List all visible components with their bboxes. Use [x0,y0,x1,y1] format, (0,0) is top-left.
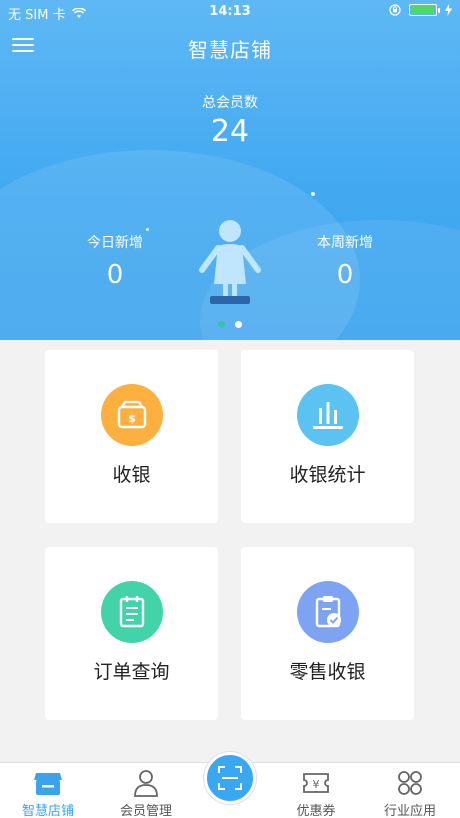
status-right [389,4,452,16]
tab-member-management[interactable]: 会员管理 [100,763,192,818]
page-dot-active[interactable] [235,321,242,328]
tab-smart-store[interactable]: 智慧店铺 [2,763,94,818]
svg-text:¥: ¥ [313,778,320,791]
page-dot[interactable] [218,321,225,328]
total-members-value: 24 [210,114,250,149]
week-new-value: 0 [336,260,354,290]
week-new-label: 本周新增 [317,235,373,251]
hero-header: 无 SIM 卡 14:13 智慧店铺 总会员数 24 今日新增 0 本周新增 0 [0,0,460,340]
tab-industry-apps[interactable]: 行业应用 [364,763,456,818]
tab-label: 优惠券 [296,804,336,818]
tab-label: 智慧店铺 [21,804,74,818]
cashier-stats-label: 收银统计 [289,464,366,486]
nav-bar: 智慧店铺 [0,28,460,68]
today-new-value: 0 [106,260,124,290]
retail-cashier-label: 零售收银 [289,661,366,683]
sparkle-dot [146,228,149,231]
charging-icon [445,4,452,16]
retail-cashier-card[interactable]: 零售收银 [241,547,414,720]
battery-icon [409,4,440,16]
week-new-stat: 本周新增 0 [285,232,405,290]
order-list-icon [101,581,163,643]
svg-text:$: $ [128,412,136,425]
scan-icon [218,766,242,790]
clipboard-check-icon [297,581,359,643]
tab-label: 行业应用 [383,804,436,818]
status-bar: 无 SIM 卡 14:13 [0,0,460,24]
today-new-label: 今日新增 [87,235,143,251]
coupon-icon: ¥ [303,773,329,793]
page-indicator [0,321,460,328]
rotation-lock-icon [389,4,401,16]
order-query-card[interactable]: 订单查询 [45,547,218,720]
total-members-label: 总会员数 [202,95,258,111]
scan-button[interactable] [204,752,256,804]
cashier-stats-card[interactable]: 收银统计 [241,350,414,523]
cashier-label: 收银 [112,464,151,486]
today-new-stat: 今日新增 0 [55,232,175,290]
member-icon [134,770,158,797]
tab-coupon[interactable]: ¥ 优惠券 [270,763,362,818]
bar-chart-icon [297,384,359,446]
tab-label: 会员管理 [119,804,172,818]
cashier-card[interactable]: $ 收银 [45,350,218,523]
member-figure-icon [199,220,261,304]
sparkle-dot [311,192,315,196]
store-icon [34,773,62,795]
apps-icon [398,771,422,795]
cash-box-icon: $ [101,384,163,446]
order-query-label: 订单查询 [93,661,170,683]
page-title: 智慧店铺 [188,38,272,62]
